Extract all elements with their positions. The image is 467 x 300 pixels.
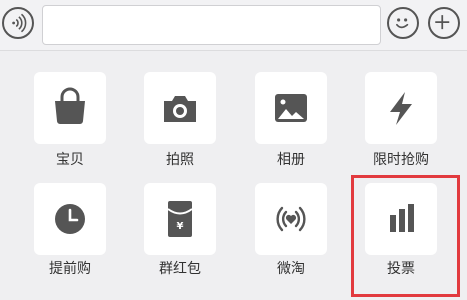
- grid-item-weitao[interactable]: [255, 183, 327, 255]
- grid-item-label: 拍照: [166, 152, 194, 168]
- grid-item-baobei[interactable]: [34, 72, 106, 144]
- grid-item-label: 相册: [277, 152, 305, 168]
- grid-item-label: 宝贝: [56, 152, 84, 168]
- grid-item-album[interactable]: [255, 72, 327, 144]
- voice-icon[interactable]: [2, 7, 34, 39]
- grid-item-label: 群红包: [159, 261, 201, 277]
- photo-album-icon: [275, 94, 307, 122]
- broadcast-heart-icon: [276, 206, 306, 232]
- shopping-bag-icon: [55, 87, 85, 124]
- divider: [0, 50, 467, 51]
- grid-item-label: 提前购: [49, 261, 91, 277]
- grid-item-camera[interactable]: [144, 72, 216, 144]
- grid-item-label: 微淘: [277, 261, 305, 277]
- red-envelope-icon: ¥: [167, 201, 193, 237]
- grid-item-flash-sale[interactable]: [365, 72, 437, 144]
- lightning-icon: [390, 92, 412, 125]
- vote-highlight-box: [351, 175, 460, 297]
- chat-panel: 宝贝 拍照 相册 限时抢购 提前购 ¥ 群红包 微淘 投票: [0, 0, 467, 300]
- message-input[interactable]: [42, 5, 381, 45]
- clock-icon: [55, 204, 85, 234]
- emoji-icon[interactable]: [387, 7, 419, 39]
- grid-item-label: 限时抢购: [373, 152, 429, 168]
- grid-item-group-red-envelope[interactable]: ¥: [144, 183, 216, 255]
- camera-icon: [164, 96, 196, 122]
- svg-text:¥: ¥: [177, 221, 184, 232]
- chat-input-bar: [0, 0, 467, 50]
- plus-icon[interactable]: [428, 7, 460, 39]
- grid-item-presale[interactable]: [34, 183, 106, 255]
